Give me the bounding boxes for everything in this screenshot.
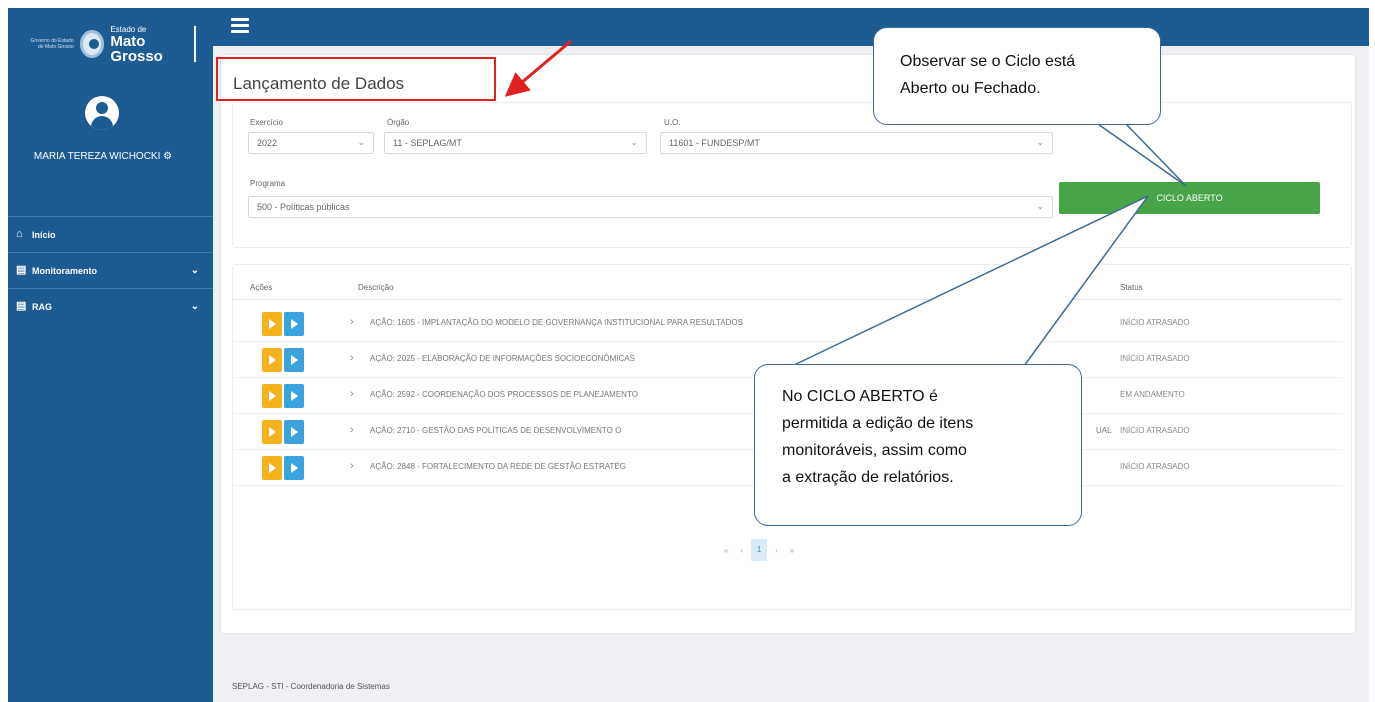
row-description-tail: UAL [1096,426,1112,435]
logo: Governo do Estado de Mato Grosso Estado … [26,22,196,66]
user-settings-icon[interactable]: ⚙ [163,151,172,162]
callout-line: permitida a edição de itens [782,415,974,432]
title-highlight-box [216,57,496,101]
programa-value: 500 - Políticas públicas [257,202,350,212]
brand-big: Mato Grosso [110,32,163,65]
sidebar-item-label: Monitoramento [32,265,97,276]
orgao-value: 11 - SEPLAG/MT [393,138,462,148]
chevron-right-icon[interactable]: › [350,388,354,400]
callout-line: Observar se o Ciclo está [900,53,1076,70]
gov-caption: Governo do Estado de Mato Grosso [30,38,74,50]
row-description: AÇÃO: 2592 - COORDENAÇÃO DOS PROCESSOS D… [370,390,638,399]
row-status: INÍCIO ATRASADO [1120,318,1190,327]
sidebar-item-inicio[interactable]: ⌂ Início [8,216,213,252]
uo-value: 11601 - FUNDESP/MT [669,138,760,148]
avatar[interactable] [85,96,119,130]
exercicio-select[interactable]: 2022 ⌄ [248,132,374,154]
uo-label: U.O. [664,118,681,127]
exercicio-value: 2022 [257,138,278,148]
chevron-down-icon: ⌄ [357,137,365,147]
orgao-select[interactable]: 11 - SEPLAG/MT ⌄ [384,132,647,154]
sidebar-item-monitoramento[interactable]: ▤ Monitoramento ⌄ [8,252,213,288]
row-description: AÇÃO: 2848 - FORTALECIMENTO DA REDE DE G… [370,462,626,471]
chevron-right-icon[interactable]: › [350,460,354,472]
callout-line: No CICLO ABERTO é [782,388,938,405]
launch-button[interactable] [262,312,282,336]
row-description: AÇÃO: 2025 - ELABORAÇÃO DE INFORMAÇÕES S… [370,354,635,363]
view-button[interactable] [284,384,304,408]
view-button[interactable] [284,312,304,336]
orgao-label: Órgão [387,118,410,127]
building-icon: ▤ [16,264,27,276]
menu-toggle-icon[interactable] [231,18,249,33]
sidebar-item-label: Início [32,229,56,240]
header-divider [232,299,1342,300]
callout-cycle-check: Observar se o Ciclo está Aberto ou Fecha… [873,27,1161,125]
chevron-right-icon[interactable]: › [350,316,354,328]
footer: SEPLAG - STI - Coordenadoria de Sistemas [232,682,390,691]
row-description: AÇÃO: 2710 - GESTÃO DAS POLÍTICAS DE DES… [370,426,622,435]
chevron-down-icon: ⌄ [190,265,199,276]
row-status: EM ANDAMENTO [1120,390,1185,399]
logo-divider [194,26,196,62]
row-status: INÍCIO ATRASADO [1120,354,1190,363]
last-page-button[interactable]: » [790,546,794,555]
row-status: INÍCIO ATRASADO [1120,426,1190,435]
next-page-button[interactable]: › [775,546,778,555]
header-descricao: Descrição [358,283,394,292]
first-page-button[interactable]: « [724,546,728,555]
callout-line: Aberto ou Fechado. [900,80,1041,97]
chevron-down-icon: ⌄ [190,301,199,312]
exercicio-label: Exercício [250,118,283,127]
programa-label: Programa [250,179,286,188]
row-status: INÍCIO ATRASADO [1120,462,1190,471]
header-acoes: Ações [250,283,273,292]
launch-button[interactable] [262,456,282,480]
chevron-right-icon[interactable]: › [350,352,354,364]
launch-button[interactable] [262,420,282,444]
chevron-down-icon: ⌄ [630,137,638,147]
sidebar: Governo do Estado de Mato Grosso Estado … [8,8,213,702]
table-row[interactable]: › AÇÃO: 1605 - IMPLANTAÇÃO DO MODELO DE … [232,306,1342,342]
launch-button[interactable] [262,384,282,408]
sidebar-item-label: RAG [32,301,52,312]
user-name[interactable]: MARIA TEREZA WICHOCKI ⚙ [28,150,178,163]
view-button[interactable] [284,420,304,444]
chevron-right-icon[interactable]: › [350,424,354,436]
page-1-button[interactable]: 1 [751,539,768,561]
chevron-down-icon: ⌄ [1036,137,1044,147]
state-seal-icon [79,30,105,58]
sidebar-item-rag[interactable]: ▤ RAG ⌄ [8,288,213,324]
cycle-status-button[interactable]: CICLO ABERTO [1059,182,1320,214]
prev-page-button[interactable]: ‹ [740,546,743,555]
callout-line: monitoráveis, assim como [782,442,967,459]
callout-open-cycle: No CICLO ABERTO é permitida a edição de … [754,364,1082,526]
pagination: « ‹ 1 › » [718,539,800,561]
uo-select[interactable]: 11601 - FUNDESP/MT ⌄ [660,132,1053,154]
programa-select[interactable]: 500 - Políticas públicas ⌄ [248,196,1053,218]
row-description: AÇÃO: 1605 - IMPLANTAÇÃO DO MODELO DE GO… [370,318,743,327]
header-status: Status [1120,283,1143,292]
brand-name: Estado de Mato Grosso [110,25,188,64]
home-icon: ⌂ [16,228,23,240]
view-button[interactable] [284,456,304,480]
launch-button[interactable] [262,348,282,372]
top-bar [213,8,1369,46]
chevron-down-icon: ⌄ [1036,201,1044,211]
callout-line: a extração de relatórios. [782,469,954,486]
view-button[interactable] [284,348,304,372]
building-icon: ▤ [16,300,27,312]
